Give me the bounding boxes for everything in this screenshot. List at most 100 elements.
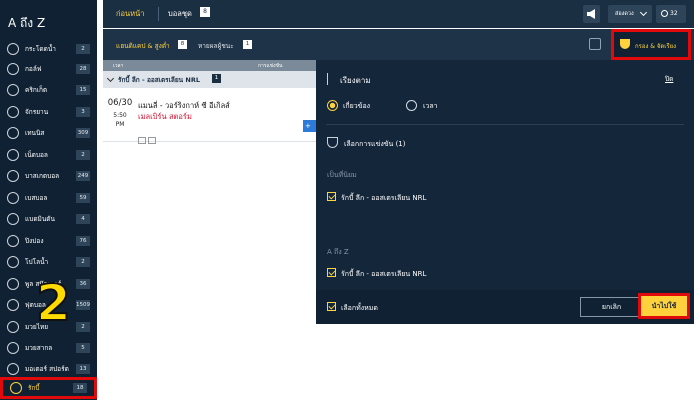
muay-thai-icon: [7, 321, 19, 333]
step-number-annotation: 2: [35, 273, 72, 333]
sidebar-item-count: 18: [73, 383, 87, 393]
boxing-icon: [7, 342, 19, 354]
sidebar-item-label: ปิงปอง: [25, 237, 44, 245]
sidebar-item-diving[interactable]: กระโดดน้ำ 2: [0, 40, 97, 58]
refresh-icon: [661, 10, 668, 17]
sidebar-item-table-tennis[interactable]: ปิงปอง 76: [0, 232, 97, 250]
cricket-icon: [7, 84, 19, 96]
sort-relevance-radio[interactable]: [327, 100, 338, 111]
table-row[interactable]: 06/30 5:50 PM แมนลี่ - วอร์ริงกาห์ ซี อี…: [103, 88, 318, 144]
tab-handicap-over-under[interactable]: แฮนดิแคป & สูงต่ำ: [116, 41, 170, 51]
pool-icon: [7, 278, 19, 290]
sidebar-item-boxing[interactable]: มวยสากล 5: [0, 339, 97, 357]
popular-competition-label[interactable]: รักบี้ ลีก - ออสเตรเลียน NRL: [341, 193, 426, 204]
tab-previous[interactable]: ก่อนหน้า: [116, 8, 144, 20]
chevron-down-icon: [639, 8, 648, 17]
stats-icon: [138, 137, 146, 144]
match-time: 5:50: [113, 112, 127, 119]
tab-moneyline-count: 1: [243, 40, 252, 49]
filter-sort-panel: เรียงตาม ปิด เกี่ยวข้อง เวลา เลือกการแข่…: [316, 60, 694, 324]
tennis-icon: [7, 127, 19, 139]
sidebar-item-rugby[interactable]: รักบี้ 18: [0, 377, 97, 399]
sidebar-item-label: บาสเกตบอล: [25, 172, 60, 180]
select-all-checkbox[interactable]: [327, 302, 336, 311]
header-competition: การแข่งขัน: [258, 63, 283, 69]
sports-sidebar: A ถึง Z กระโดดน้ำ 2 กอล์ฟ 28 คริกเก็ต 15…: [0, 0, 97, 400]
match-table: เวลา การแข่งขัน รักบี้ ลีก - ออสเตรเลียน…: [103, 60, 318, 144]
sidebar-item-count: 2: [76, 257, 90, 267]
sidebar-item-tennis[interactable]: เทนนิส 309: [0, 124, 97, 142]
sidebar-item-golf[interactable]: กอล์ฟ 28: [0, 60, 97, 78]
tab-parlay[interactable]: บอลชุด: [168, 8, 192, 20]
trophy-icon: [620, 39, 630, 49]
tab-parlay-count: 8: [200, 7, 210, 17]
badminton-icon: [7, 213, 19, 225]
match-date: 06/30: [107, 98, 133, 108]
sidebar-item-label: เบสบอล: [25, 194, 48, 202]
az-competition-checkbox[interactable]: [327, 268, 336, 277]
sort-relevance-label[interactable]: เกี่ยวข้อง: [343, 101, 370, 112]
sidebar-item-count: 2: [76, 322, 90, 332]
sidebar-item-badminton[interactable]: แบดมินตัน 4: [0, 210, 97, 228]
table-header: เวลา การแข่งขัน: [103, 60, 318, 71]
rugby-icon: [10, 382, 22, 394]
chevron-down-icon: [106, 74, 115, 83]
announcement-button[interactable]: [583, 5, 600, 23]
sidebar-item-count: 1509: [76, 300, 90, 310]
sidebar-item-basketball[interactable]: บาสเกตบอล 249: [0, 167, 97, 185]
select-all-label[interactable]: เลือกทั้งหมด: [341, 303, 378, 314]
market-tabs-bar: แฮนดิแคป & สูงต่ำ 8 หายผลผู้ชนะ 1 กรอง &…: [103, 29, 694, 60]
table-tennis-icon: [7, 235, 19, 247]
sidebar-item-motorsport[interactable]: มอเตอร์ สปอร์ต 13: [0, 360, 97, 378]
sidebar-title: A ถึง Z: [8, 16, 46, 30]
filter-sort-label: กรอง & จัดเรียง: [635, 43, 677, 50]
popular-competition-checkbox[interactable]: [327, 192, 336, 201]
sort-title: เรียงตาม: [340, 76, 371, 85]
golf-icon: [7, 63, 19, 75]
a-to-z-heading: A ถึง Z: [327, 248, 349, 256]
sidebar-item-count: 309: [76, 128, 90, 138]
sidebar-item-count: 15: [76, 85, 90, 95]
sort-time-radio[interactable]: [406, 100, 417, 111]
cancel-button[interactable]: ยกเลิก: [580, 297, 643, 317]
sidebar-item-netball[interactable]: เน็ตบอล 2: [0, 146, 97, 164]
scoreboard-icon: [148, 137, 156, 144]
az-competition-label[interactable]: รักบี้ ลีก - ออสเตรเลียน NRL: [341, 269, 426, 280]
sidebar-item-label: โปโลน้ำ: [25, 258, 49, 266]
sidebar-item-count: 13: [76, 364, 90, 374]
soccer-icon: [7, 299, 19, 311]
popular-heading: เป็นที่นิยม: [327, 171, 357, 179]
apply-button[interactable]: นำไปใช้: [638, 293, 690, 319]
odds-type-select[interactable]: ส่องดวง: [608, 5, 652, 23]
away-team: เมลเบิร์น สตอร์ม: [138, 112, 192, 121]
top-bar: ก่อนหน้า บอลชุด 8 ส่องดวง 32: [103, 0, 694, 28]
app-root: A ถึง Z กระโดดน้ำ 2 กอล์ฟ 28 คริกเก็ต 15…: [0, 0, 694, 400]
sidebar-item-label: มวยสากล: [25, 344, 53, 352]
sidebar-item-count: 2: [76, 150, 90, 160]
sidebar-item-water-polo[interactable]: โปโลน้ำ 2: [0, 253, 97, 271]
match-stats-icons[interactable]: [138, 129, 160, 144]
sort-time-label[interactable]: เวลา: [423, 101, 438, 112]
sidebar-item-label: จักรยาน: [25, 108, 49, 116]
trophy-icon: [327, 137, 338, 148]
sidebar-item-label: เทนนิส: [25, 129, 45, 137]
competition-group-row[interactable]: รักบี้ ลีก - ออสเตรเลียน NRL 1: [103, 71, 318, 88]
close-link[interactable]: ปิด: [665, 74, 673, 84]
calendar-icon[interactable]: [589, 38, 601, 50]
sidebar-item-count: 4: [76, 214, 90, 224]
sidebar-item-cycling[interactable]: จักรยาน 3: [0, 103, 97, 121]
sidebar-item-baseball[interactable]: เบสบอล 59: [0, 189, 97, 207]
netball-icon: [7, 149, 19, 161]
filter-sort-button[interactable]: กรอง & จัดเรียง: [611, 29, 691, 60]
tab-moneyline[interactable]: หายผลผู้ชนะ: [198, 41, 234, 51]
refresh-timer-button[interactable]: 32: [656, 5, 686, 23]
water-polo-icon: [7, 256, 19, 268]
odds-type-label: ส่องดวง: [615, 11, 634, 17]
motorsport-icon: [7, 363, 19, 375]
competition-count: 1: [212, 74, 221, 83]
baseball-icon: [7, 192, 19, 204]
select-competition-label[interactable]: เลือกการแข่งขัน (1): [344, 139, 405, 150]
competition-name: รักบี้ ลีก - ออสเตรเลียน NRL: [118, 76, 200, 84]
sidebar-item-cricket[interactable]: คริกเก็ต 15: [0, 81, 97, 99]
sidebar-item-label: กระโดดน้ำ: [25, 45, 56, 53]
